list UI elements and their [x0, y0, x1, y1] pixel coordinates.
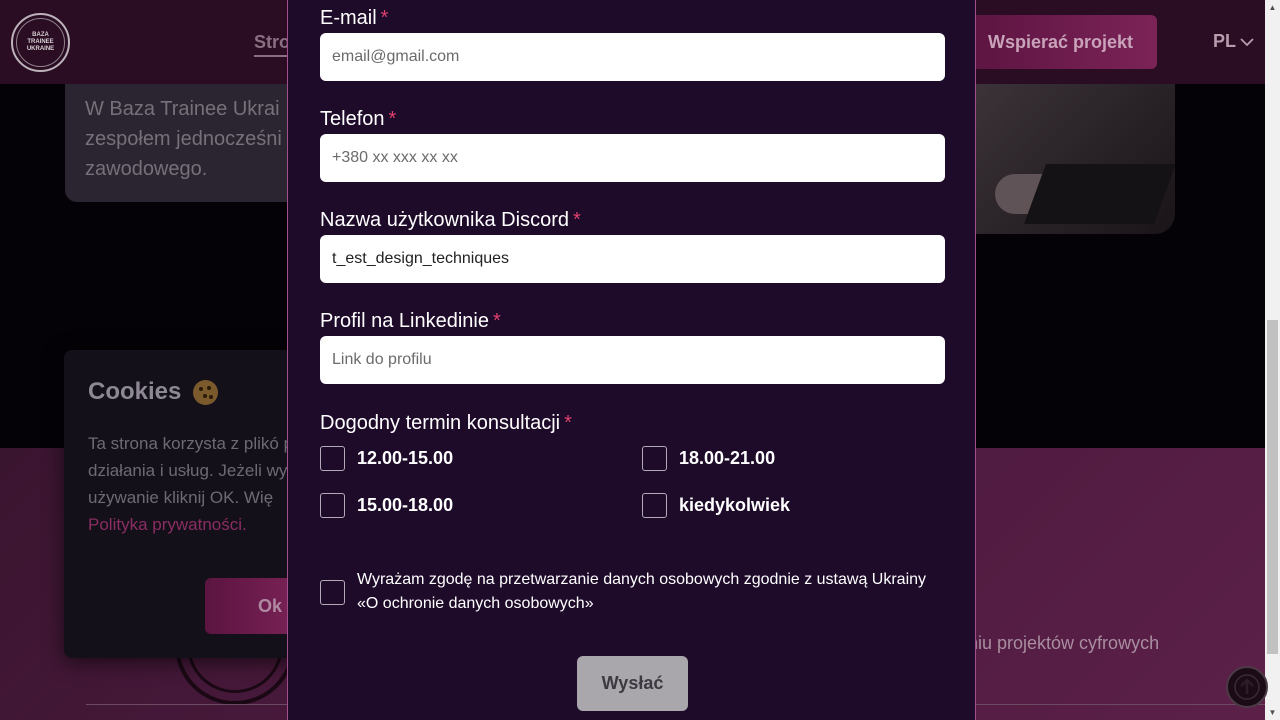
chevron-down-icon	[1240, 37, 1254, 46]
cookie-title: Cookies	[88, 378, 280, 406]
phone-label-text: Telefon	[320, 108, 385, 130]
email-label-text: E-mail	[320, 7, 377, 29]
cookie-text: Ta strona korzysta z plikó prawidłowego …	[88, 430, 304, 538]
language-selector[interactable]: PL	[1213, 31, 1254, 52]
cookie-body: Ta strona korzysta z plikó prawidłowego …	[88, 434, 304, 507]
checkbox[interactable]	[320, 446, 345, 471]
time-option-12-15[interactable]: 12.00-15.00	[320, 446, 453, 471]
consent-checkbox-row[interactable]: Wyrażam zgodę na przetwarzanie danych os…	[320, 568, 950, 616]
required-mark: *	[564, 412, 572, 434]
checkbox[interactable]	[642, 446, 667, 471]
time-option-label: 12.00-15.00	[357, 448, 454, 468]
site-logo[interactable]: BAZA TRAINEE UKRAINE	[11, 13, 70, 72]
consultation-label: Dogodny termin konsultacji *	[320, 412, 572, 435]
support-project-button[interactable]: Wspierać projekt	[962, 15, 1157, 69]
phone-field[interactable]	[320, 134, 945, 182]
footer-text: niu projektów cyfrowych	[968, 633, 1160, 653]
submit-button[interactable]: Wysłać	[577, 656, 688, 711]
linkedin-label-text: Profil na Linkedinie	[320, 310, 489, 332]
scroll-down-arrow-icon[interactable]: ▼	[1265, 705, 1280, 720]
time-option-label: kiedykolwiek	[679, 495, 791, 515]
required-mark: *	[572, 209, 581, 231]
about-card: W Baza Trainee Ukrai zespołem jednocześn…	[65, 84, 325, 202]
checkbox[interactable]	[642, 493, 667, 518]
cookie-title-text: Cookies	[88, 378, 182, 405]
required-mark: *	[388, 108, 397, 130]
time-option-label: 15.00-18.00	[357, 495, 454, 515]
language-label: PL	[1213, 31, 1237, 51]
discord-username-field[interactable]	[320, 235, 945, 283]
page-scrollbar[interactable]: ▲ ▼	[1265, 0, 1280, 720]
discord-label: Nazwa użytkownika Discord *	[320, 209, 581, 232]
time-option-label: 18.00-21.00	[679, 448, 776, 468]
email-field[interactable]	[320, 33, 945, 81]
time-option-15-18[interactable]: 15.00-18.00	[320, 493, 453, 518]
linkedin-profile-field[interactable]	[320, 336, 945, 384]
required-mark: *	[380, 7, 389, 29]
scroll-thumb[interactable]	[1267, 320, 1278, 654]
scroll-up-arrow-icon[interactable]: ▲	[1265, 0, 1280, 15]
time-option-anytime[interactable]: kiedykolwiek	[642, 493, 790, 518]
discord-label-text: Nazwa użytkownika Discord	[320, 209, 569, 231]
scroll-to-top-button[interactable]	[1226, 666, 1268, 708]
time-option-18-21[interactable]: 18.00-21.00	[642, 446, 775, 471]
team-photo	[975, 84, 1175, 234]
cookie-banner: Cookies Ta strona korzysta z plikó prawi…	[64, 350, 304, 658]
required-mark: *	[493, 310, 501, 332]
consultation-label-text: Dogodny termin konsultacji	[320, 412, 561, 434]
phone-label: Telefon *	[320, 108, 396, 131]
linkedin-label: Profil na Linkedinie *	[320, 310, 501, 333]
application-form-modal: E-mail* Telefon* Nazwa użytkownika Disco…	[287, 0, 976, 720]
arrow-up-icon	[1234, 674, 1260, 700]
privacy-policy-link[interactable]: Polityka prywatności.	[88, 515, 247, 534]
logo-text: BAZA TRAINEE UKRAINE	[26, 32, 55, 52]
photo-laptop	[1024, 164, 1175, 224]
consent-checkbox[interactable]	[320, 579, 345, 605]
cookie-icon	[193, 379, 219, 405]
email-label: E-mail *	[320, 7, 388, 30]
consent-text: Wyrażam zgodę na przetwarzanie danych os…	[357, 571, 927, 612]
checkbox[interactable]	[320, 493, 345, 518]
nav-item-home[interactable]: Stro	[254, 32, 290, 57]
